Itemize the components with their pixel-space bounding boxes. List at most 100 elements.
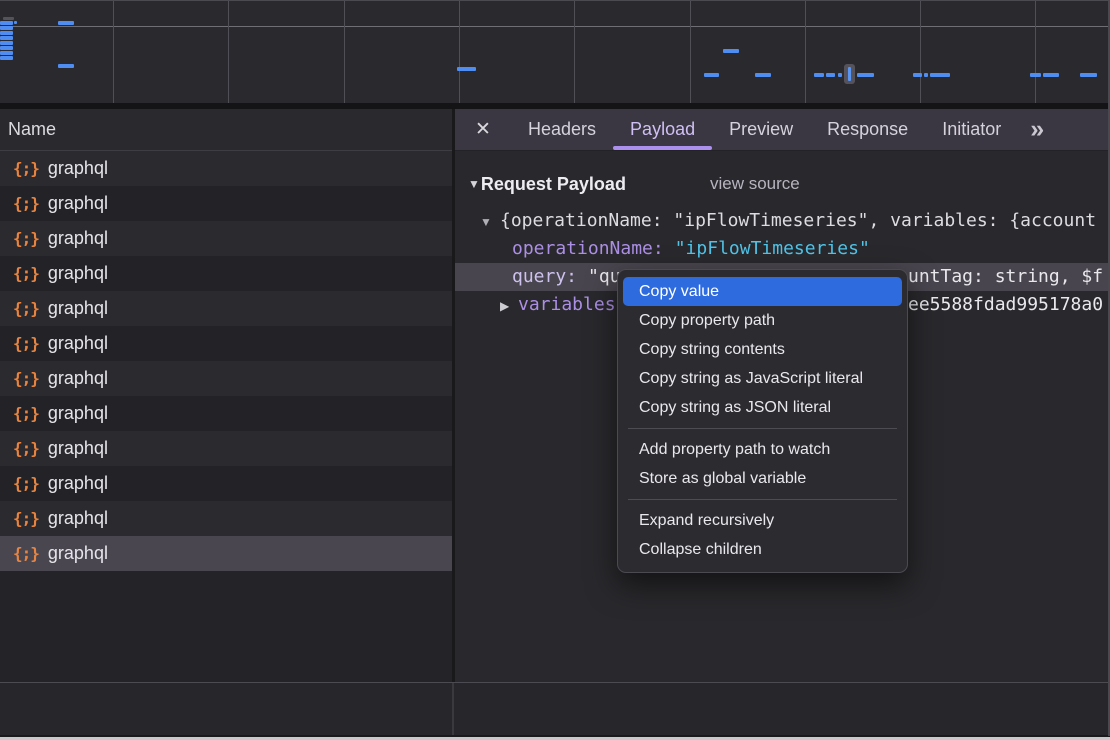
- menu-item-copy-property-path[interactable]: Copy property path: [623, 306, 902, 335]
- tab-initiator[interactable]: Initiator: [925, 109, 1018, 150]
- request-name-label: graphql: [48, 158, 108, 179]
- request-row[interactable]: {;}graphql: [0, 431, 452, 466]
- request-timing-bar: [755, 73, 771, 77]
- request-row[interactable]: {;} graphql: [0, 396, 452, 431]
- request-timing-bar: [1080, 73, 1097, 77]
- timeline-gridline: [690, 1, 691, 103]
- timeline-gridline: [228, 1, 229, 103]
- json-braces-icon: {;}: [13, 194, 39, 213]
- tab-label: Payload: [630, 119, 695, 140]
- request-row[interactable]: {;} graphql: [0, 326, 452, 361]
- request-timing-bar: [3, 17, 14, 20]
- menu-item-label: Expand recursively: [639, 512, 774, 530]
- timeline-gridline: [459, 1, 460, 103]
- timeline-gridline: [574, 1, 575, 103]
- menu-item-collapse-children[interactable]: Collapse children: [623, 535, 902, 564]
- request-row[interactable]: {;}graphql: [0, 186, 452, 221]
- triangle-down-icon[interactable]: ▼: [480, 208, 500, 235]
- name-column-header[interactable]: Name: [0, 109, 452, 151]
- menu-item-copy-string-as-json-literal[interactable]: Copy string as JSON literal: [623, 393, 902, 422]
- menu-item-expand-recursively[interactable]: Expand recursively: [623, 506, 902, 535]
- json-braces-icon: {;}: [13, 439, 39, 458]
- request-row[interactable]: {;}graphql: [0, 221, 452, 256]
- request-timing-bar: [0, 46, 13, 50]
- request-timing-bar: [704, 73, 719, 77]
- request-row[interactable]: {;} graphql: [0, 256, 452, 291]
- requests-list: {;} graphql {;} graphql {;} graphql {;} graphql…: [0, 151, 452, 571]
- timeline-gridline: [113, 1, 114, 103]
- menu-item-label: Copy value: [639, 283, 719, 301]
- context-menu: Copy value Copy property path Copy string …: [617, 269, 908, 573]
- request-payload-section: ▼ Request Payload view source: [455, 171, 1110, 197]
- menu-item-label: Copy string as JSON literal: [639, 399, 831, 417]
- menu-item-copy-string-as-javascript-literal[interactable]: Copy string as JavaScript literal: [623, 364, 902, 393]
- menu-item-label: Store as global variable: [639, 470, 806, 488]
- request-name-label: graphql: [48, 543, 108, 564]
- request-row[interactable]: {;}graphql: [0, 466, 452, 501]
- json-braces-icon: {;}: [13, 334, 39, 353]
- request-timing-bar: [457, 67, 476, 71]
- request-timing-bar: [1030, 73, 1041, 77]
- request-timing-bar: [58, 21, 74, 25]
- tab-payload[interactable]: Payload: [613, 109, 712, 150]
- summary-bar: [0, 683, 1110, 735]
- close-icon: ✕: [475, 118, 491, 141]
- json-braces-icon: {;}: [13, 264, 39, 283]
- request-timing-bar: [826, 73, 835, 77]
- tab-label: Response: [827, 119, 908, 140]
- request-timing-bar: [0, 56, 13, 60]
- request-row[interactable]: {;}graphql: [0, 536, 452, 571]
- name-column-label: Name: [0, 119, 56, 140]
- request-timing-bar: [913, 73, 922, 77]
- request-timing-bar: [0, 41, 13, 45]
- close-details-button[interactable]: ✕: [467, 109, 499, 150]
- view-source-link[interactable]: view source: [710, 174, 800, 194]
- triangle-right-icon[interactable]: ▶: [500, 292, 518, 319]
- requests-panel: Name {;}graphql{;}graphql{;}graphql{;}gr…: [0, 109, 452, 682]
- tab-response[interactable]: Response: [810, 109, 925, 150]
- tab-preview[interactable]: Preview: [712, 109, 810, 150]
- property-value-left: "qu: [588, 266, 621, 287]
- menu-item-copy-string-contents[interactable]: Copy string contents: [623, 335, 902, 364]
- request-timing-bar: [924, 73, 928, 77]
- timeline-gridline: [344, 1, 345, 103]
- tab-label: Preview: [729, 119, 793, 140]
- network-overview-timeline[interactable]: [0, 1, 1110, 103]
- json-braces-icon: {;}: [13, 369, 39, 388]
- request-name-label: graphql: [48, 403, 108, 424]
- request-name-label: graphql: [48, 508, 108, 529]
- menu-item-label: Add property path to watch: [639, 441, 830, 459]
- json-braces-icon: {;}: [13, 404, 39, 423]
- menu-item-label: Copy property path: [639, 312, 775, 330]
- menu-item-add-property-path-to-watch[interactable]: Add property path to watch: [623, 435, 902, 464]
- tab-label: Headers: [528, 119, 596, 140]
- json-braces-icon: {;}: [13, 229, 39, 248]
- operation-name-row[interactable]: operationName:"ipFlowTimeseries": [455, 235, 1110, 263]
- menu-item-label: Copy string as JavaScript literal: [639, 370, 863, 388]
- timeline-gridline: [805, 1, 806, 103]
- request-row[interactable]: {;}graphql: [0, 361, 452, 396]
- menu-item-copy-value[interactable]: Copy value: [623, 277, 902, 306]
- triangle-down-icon[interactable]: ▼: [468, 177, 480, 191]
- request-timing-bar: [930, 73, 950, 77]
- timeline-gridline: [920, 1, 921, 103]
- json-braces-icon: {;}: [13, 159, 39, 178]
- request-name-label: graphql: [48, 333, 108, 354]
- more-tabs-button[interactable]: »: [1030, 109, 1044, 150]
- property-value: "ipFlowTimeseries": [675, 238, 870, 259]
- tab-label: Initiator: [942, 119, 1001, 140]
- menu-separator: [628, 499, 897, 500]
- menu-item-store-as-global-variable[interactable]: Store as global variable: [623, 464, 902, 493]
- request-timing-bar: [0, 51, 13, 55]
- request-row[interactable]: {;} graphql: [0, 151, 452, 186]
- payload-root-row[interactable]: ▼{operationName: "ipFlowTimeseries", var…: [455, 207, 1110, 235]
- request-name-label: graphql: [48, 298, 108, 319]
- timeline-row-divider: [0, 26, 1110, 27]
- request-timing-bar: [723, 49, 739, 53]
- request-row[interactable]: {;}graphql: [0, 501, 452, 536]
- menu-separator: [628, 428, 897, 429]
- tab-headers[interactable]: Headers: [511, 109, 613, 150]
- panel-divider: [452, 683, 454, 735]
- request-name-label: graphql: [48, 263, 108, 284]
- request-row[interactable]: {;}graphql: [0, 291, 452, 326]
